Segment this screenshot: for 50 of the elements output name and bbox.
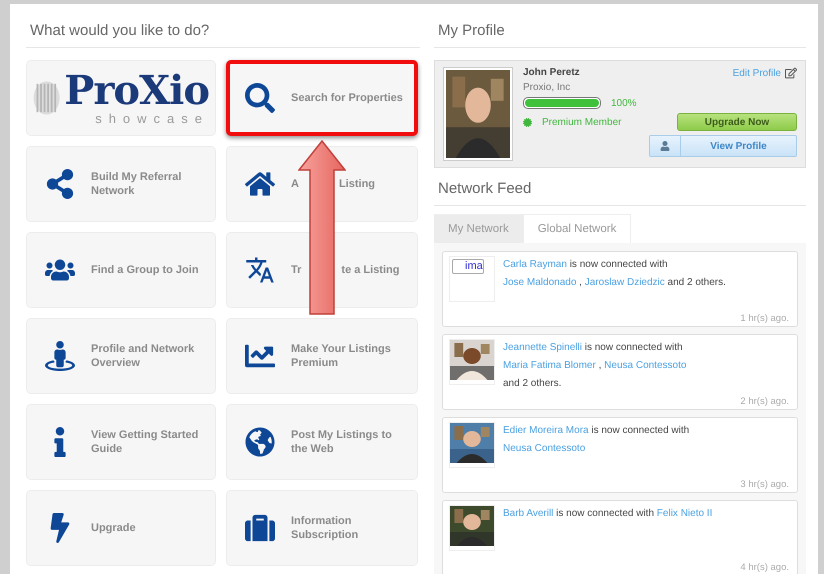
view-profile-button[interactable]: View Profile [649,135,797,157]
section-heading: Network Feed [434,172,806,206]
share-icon [45,169,75,199]
feed-message: Jeannette Spinelli is now connected with Maria Fatima Blomer , Neusa Contessoto and 2 others. [503,341,686,391]
broken-image-text: ima [452,259,484,274]
person-link[interactable]: Jaroslaw Dziedzic [584,277,665,288]
person-pin-icon [45,341,75,371]
action-tile[interactable]: View Getting Started Guide [26,404,216,480]
person-link[interactable]: Felix Nieto II [656,508,712,519]
feed-message: Edier Moreira Mora is now connected with Neusa Contessoto [503,424,690,456]
action-tile[interactable]: Profile and Network Overview [26,318,216,394]
progress-percent: 100% [611,98,637,108]
badge-icon [523,118,532,126]
action-tile[interactable]: Upgrade [26,490,216,566]
timestamp: 2 hr(s) ago. [740,396,789,407]
feed-message: Carla Rayman is now connected with Jose Maldonado , Jaroslaw Dziedzic and 2 others. [503,258,726,290]
action-tile[interactable]: Find a Group to Join [26,232,216,308]
person-link[interactable]: Maria Fatima Blomer [503,360,596,371]
timestamp: 4 hr(s) ago. [740,562,789,573]
feed-tab[interactable]: Global Network [524,214,632,243]
person-link[interactable]: Neusa Contessoto [604,360,686,371]
membership-label: Premium Member [542,116,622,128]
edit-icon [785,67,797,79]
section-heading: My Profile [434,14,806,48]
logo-tagline: showcase [94,110,209,126]
edit-profile-link[interactable]: Edit Profile [732,67,797,79]
timestamp: 1 hr(s) ago. [740,313,789,324]
briefcase-icon [245,513,275,543]
feed-tab[interactable]: My Network [434,214,524,243]
person-link[interactable]: Edier Moreira Mora [503,425,589,436]
action-tile[interactable]: Post My Listings to the Web [226,404,418,480]
logo-name: ProXio [64,70,209,110]
timestamp: 3 hr(s) ago. [740,479,789,490]
profile-name: John Peretz [523,67,580,78]
action-tile[interactable]: Build My Referral Network [26,146,216,222]
globe-icon [245,427,275,457]
person-link[interactable]: Barb Averill [503,508,554,519]
action-tile[interactable]: Make Your Listings Premium [226,318,418,394]
feed-message: Barb Averill is now connected with Felix Nieto II [503,507,712,521]
section-heading: What would you like to do? [26,14,420,48]
upgrade-button[interactable]: Upgrade Now [677,113,797,131]
person-link[interactable]: Neusa Contessoto [503,443,586,454]
user-icon [660,141,670,151]
company-name: Proxio, Inc [523,82,570,93]
person-link[interactable]: Jose Maldonado [503,277,576,288]
action-tile[interactable]: Search for Properties [226,60,418,136]
action-tile[interactable]: Information Subscription [226,490,418,566]
person-link[interactable]: Carla Rayman [503,259,567,270]
search-icon [245,83,275,113]
person-link[interactable]: Jeannette Spinelli [503,342,582,353]
